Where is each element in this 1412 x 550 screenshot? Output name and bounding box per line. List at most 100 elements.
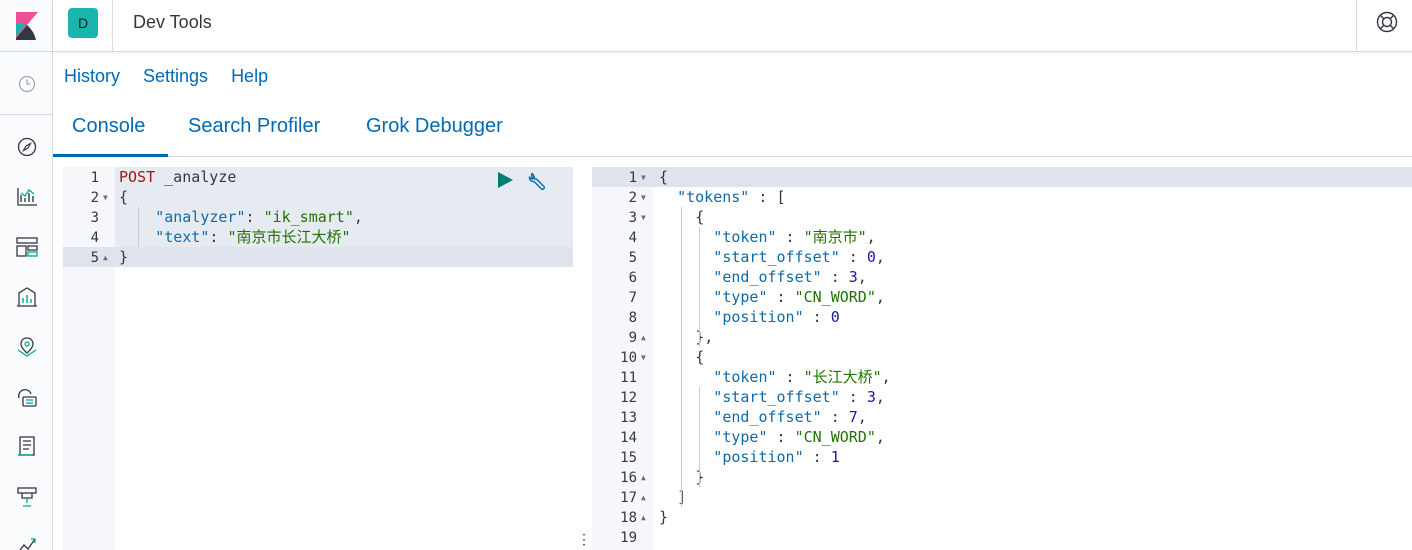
json-separator: : <box>839 388 867 406</box>
response-line: "end_offset" : 7, <box>713 407 867 427</box>
nav-dashboard[interactable] <box>0 232 53 262</box>
json-string-value: "南京市" <box>803 228 867 246</box>
indent-guide <box>138 207 139 247</box>
fold-toggle-icon[interactable]: ▼ <box>103 188 108 208</box>
nav-canvas[interactable] <box>0 282 53 312</box>
response-line: "token" : "长江大桥", <box>713 367 890 387</box>
json-key: "start_offset" <box>713 388 840 406</box>
json-comma: , <box>866 228 876 246</box>
fold-toggle-icon[interactable]: ▼ <box>641 188 646 208</box>
active-tab-indicator <box>53 154 168 157</box>
fold-toggle-icon[interactable]: ▼ <box>641 208 646 228</box>
json-key: "text" <box>155 228 210 246</box>
json-separator: : <box>839 248 867 266</box>
kibana-logo[interactable] <box>0 0 53 52</box>
response-line: }, <box>695 327 713 347</box>
line-number: 7 <box>628 290 637 306</box>
nav-logs[interactable] <box>0 432 53 462</box>
fold-toggle-icon[interactable]: ▲ <box>641 488 646 508</box>
menu-help[interactable]: Help <box>231 66 268 88</box>
json-separator: : <box>209 228 228 246</box>
menu-history[interactable]: History <box>64 66 120 88</box>
fold-toggle-icon[interactable]: ▼ <box>641 348 646 368</box>
tab-search-profiler[interactable]: Search Profiler <box>188 115 320 138</box>
nav-apm[interactable] <box>0 530 53 550</box>
recently-viewed[interactable] <box>0 53 53 115</box>
json-key: "type" <box>713 428 768 446</box>
response-line-number: 14 <box>592 428 653 448</box>
request-actions-button[interactable] <box>528 171 548 191</box>
json-number-value: 3 <box>866 388 876 406</box>
page-title: Dev Tools <box>133 12 212 32</box>
json-number-value: 0 <box>830 308 840 326</box>
request-editor[interactable]: 1 POST _analyze 2 ▼{3 "analyzer": "ik_smart"… <box>63 167 573 550</box>
json-separator: : <box>776 368 804 386</box>
line-number: 5 <box>90 250 99 266</box>
pane-resizer[interactable]: ⋮ <box>577 530 591 548</box>
send-request-button[interactable] <box>496 171 514 189</box>
json-bracket: } <box>119 248 129 266</box>
response-line-number: 4 <box>592 228 653 248</box>
indent-guide <box>699 227 701 347</box>
json-comma: , <box>875 248 885 266</box>
json-bracket: }, <box>695 328 714 346</box>
line-number: 19 <box>620 530 637 546</box>
response-line: } <box>659 507 668 527</box>
request-line-number: 5 ▲ <box>63 248 115 268</box>
indent-guide <box>699 387 701 487</box>
response-line-number: 7 <box>592 288 653 308</box>
json-number-value: 0 <box>866 248 876 266</box>
fold-toggle-icon[interactable]: ▲ <box>103 248 108 268</box>
request-line: "analyzer": "ik_smart", <box>155 207 363 227</box>
tab-grok-debugger[interactable]: Grok Debugger <box>366 115 503 138</box>
nav-visualize[interactable] <box>0 182 53 212</box>
nav-infra[interactable] <box>0 482 53 512</box>
line-number: 16 <box>620 470 637 486</box>
nav-discover[interactable] <box>0 132 53 162</box>
fold-toggle-icon[interactable]: ▼ <box>641 168 646 188</box>
json-bracket: } <box>659 508 669 526</box>
header-divider-right <box>1356 0 1357 52</box>
nav-ml[interactable] <box>0 382 53 412</box>
json-number-value: 7 <box>848 408 858 426</box>
json-key: "token" <box>713 368 777 386</box>
request-endpoint: _analyze <box>155 168 237 186</box>
json-string-value: "CN_WORD" <box>794 288 876 306</box>
json-separator: : <box>749 188 777 206</box>
menu-settings[interactable]: Settings <box>143 66 208 88</box>
response-line-number: 8 <box>592 308 653 328</box>
line-number: 17 <box>620 490 637 506</box>
wrench-icon <box>528 172 545 190</box>
line-number: 2 <box>628 190 637 206</box>
nav-maps[interactable] <box>0 332 53 362</box>
fold-toggle-icon[interactable]: ▲ <box>641 468 646 488</box>
request-line: "text": "南京市长江大桥" <box>155 227 350 247</box>
json-comma: , <box>875 428 885 446</box>
response-line-number: 12 <box>592 388 653 408</box>
response-line-number: 10 ▼ <box>592 348 653 368</box>
json-separator: : <box>767 288 795 306</box>
json-separator: : <box>767 428 795 446</box>
line-number: 1 <box>90 170 99 186</box>
tab-console[interactable]: Console <box>72 115 145 138</box>
active-line-highlight <box>63 247 573 267</box>
json-key: "token" <box>713 228 777 246</box>
line-number: 9 <box>628 330 637 346</box>
tab-bar: Console Search Profiler Grok Debugger <box>53 104 1412 157</box>
fold-toggle-icon[interactable]: ▲ <box>641 508 646 528</box>
json-string-value: "南京市长江大桥" <box>227 228 351 246</box>
header-divider <box>112 0 113 52</box>
response-line-number: 1 ▼ <box>592 168 653 188</box>
response-line: "token" : "南京市", <box>713 227 875 247</box>
response-line-number: 11 <box>592 368 653 388</box>
space-avatar[interactable]: D <box>68 8 98 38</box>
fold-toggle-icon[interactable]: ▲ <box>641 328 646 348</box>
response-viewer: 1 ▼{2 ▼ "tokens" : [3 ▼{4 "token" : "南京市", 5 "s… <box>592 167 1412 550</box>
line-number: 5 <box>628 250 637 266</box>
help-button[interactable] <box>1375 10 1399 34</box>
request-line-number: 3 <box>63 208 115 228</box>
line-number: 4 <box>90 230 99 246</box>
json-separator: : <box>803 448 831 466</box>
request-line: POST _analyze <box>119 167 236 187</box>
json-key: "position" <box>713 448 804 466</box>
